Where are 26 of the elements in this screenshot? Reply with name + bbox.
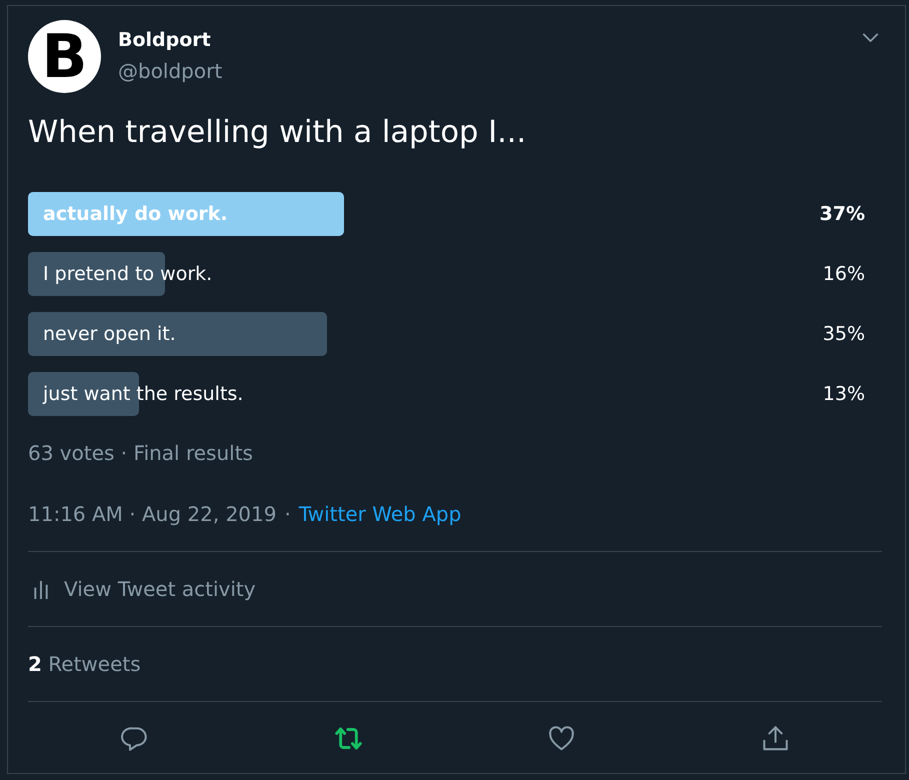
poll-option-label: just want the results. [43,382,244,406]
author-name[interactable]: Boldport [118,28,222,52]
view-activity-link[interactable]: View Tweet activity [28,576,256,602]
poll-option-label: actually do work. [43,202,228,226]
poll-percentage: 37% [820,202,865,226]
speech-bubble-icon[interactable] [121,724,148,752]
poll-percentage: 16% [822,262,865,286]
poll-option-label: I pretend to work. [43,262,212,286]
poll-summary: 63 votes · Final results [28,441,253,465]
logo-letter: B [42,26,88,88]
share-icon[interactable] [762,724,789,752]
poll-percentage: 35% [822,322,865,346]
tweet-text: When travelling with a laptop I... [28,114,528,152]
meta-separator: · [284,501,291,527]
author-handle[interactable]: @boldport [118,59,222,83]
poll-percentage: 13% [822,382,865,406]
retweets-link[interactable]: 2 Retweets [28,651,141,677]
avatar[interactable]: B [28,20,101,93]
source-link[interactable]: Twitter Web App [298,501,462,527]
chevron-down-icon[interactable] [862,33,879,42]
heart-icon[interactable] [548,724,576,752]
bar-chart-icon [34,580,48,598]
retweet-icon[interactable] [334,724,362,752]
tweet-timestamp[interactable]: 11:16 AM · Aug 22, 2019 [28,501,276,527]
view-activity-label: View Tweet activity [64,576,256,602]
poll-option-label: never open it. [43,322,176,346]
